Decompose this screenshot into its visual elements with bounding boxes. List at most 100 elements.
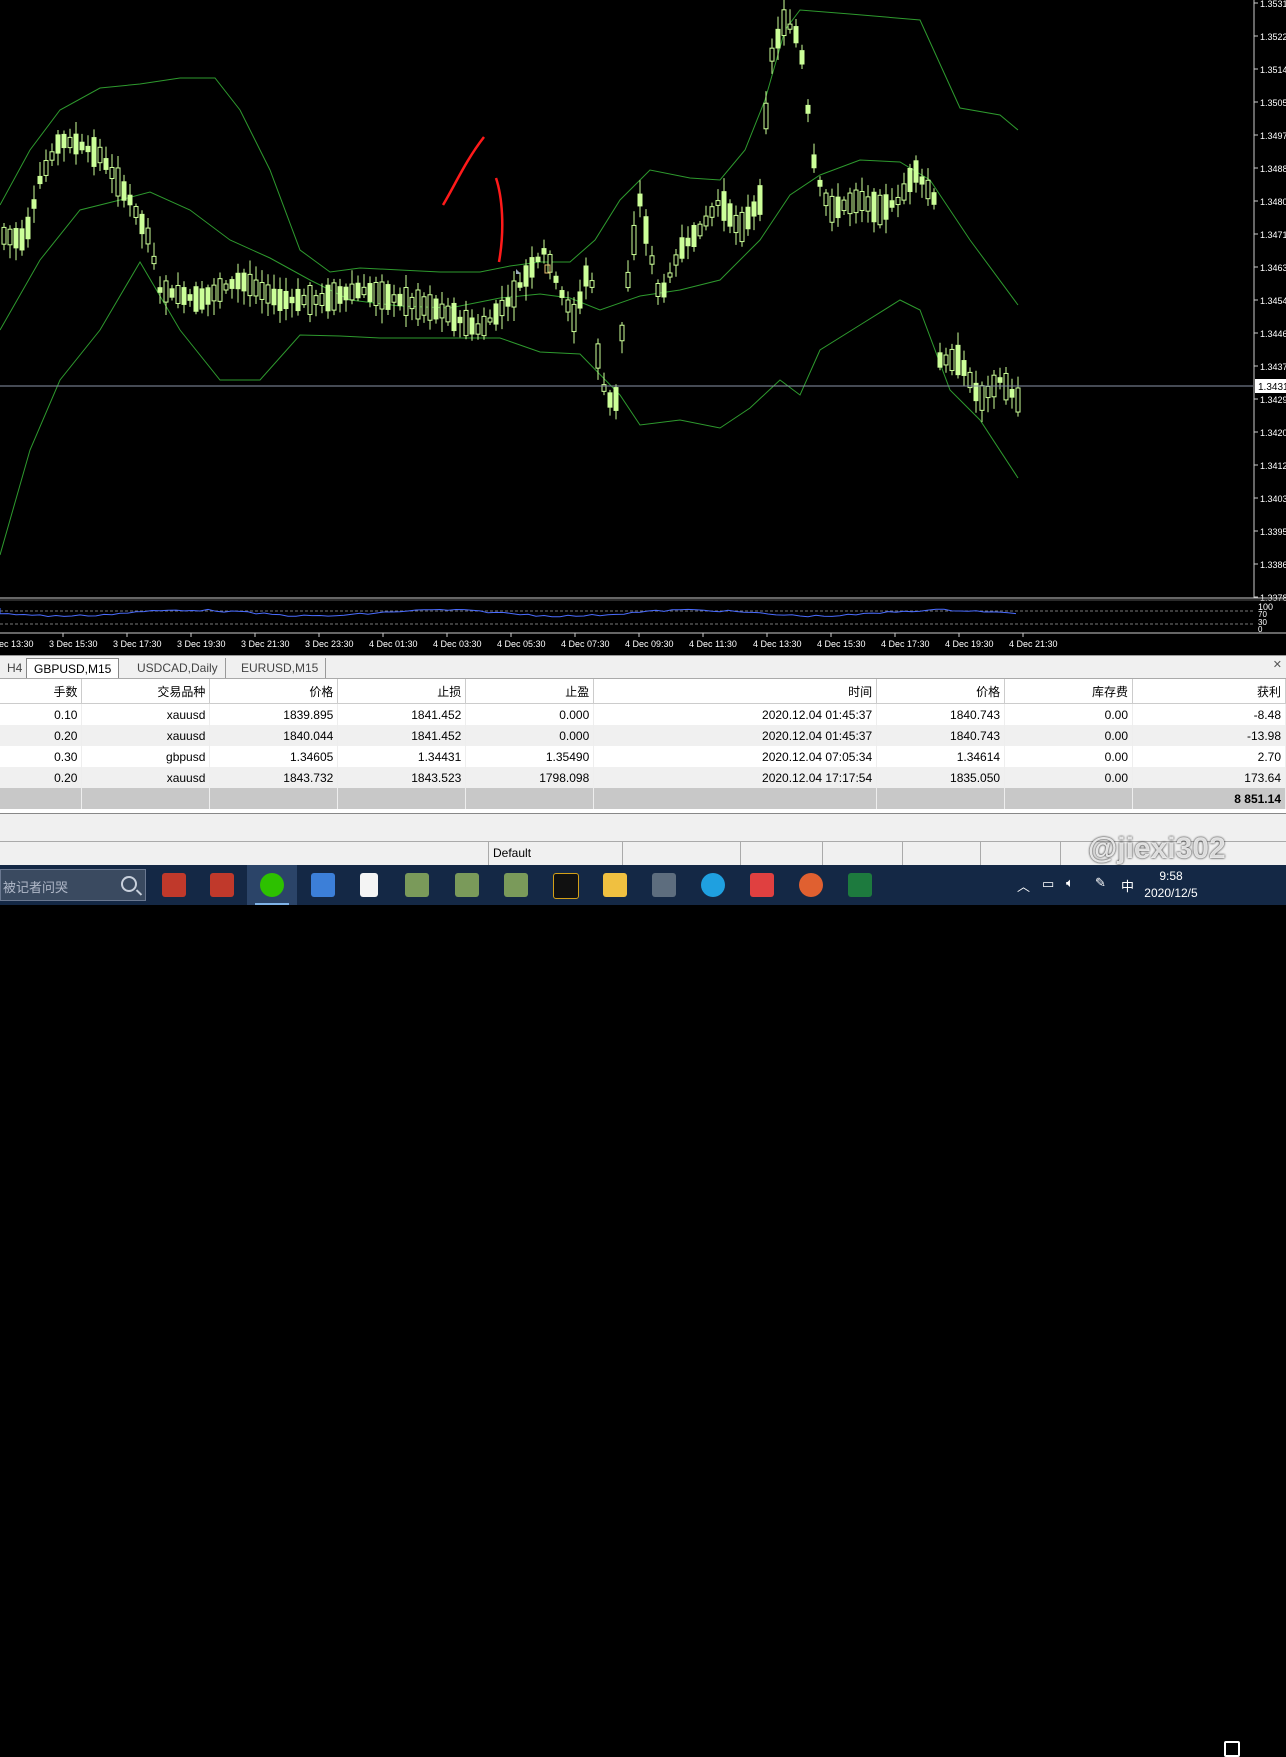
cell: 2020.12.04 07:05:34	[593, 746, 878, 767]
candle-body	[97, 146, 103, 164]
taskbar-clock[interactable]: 9:58 2020/12/5	[1136, 868, 1206, 902]
cards-app-icon-2[interactable]	[210, 873, 234, 897]
profile-name[interactable]: Default	[493, 846, 531, 860]
close-icon[interactable]: ✕	[1273, 658, 1282, 671]
metatrader-icon[interactable]	[553, 873, 579, 899]
candle-body	[115, 167, 121, 197]
candle-body	[241, 272, 247, 292]
tools-app-icon[interactable]	[750, 873, 774, 897]
candle-body	[127, 194, 133, 206]
candle-body	[205, 287, 211, 305]
excel-icon[interactable]	[848, 873, 872, 897]
candle-body	[1009, 389, 1015, 398]
candle-body	[649, 255, 655, 265]
candle-body	[871, 191, 877, 223]
candle-body	[385, 284, 391, 310]
candle-body	[331, 282, 337, 311]
cell: 173.64	[1132, 767, 1286, 788]
pen-icon[interactable]: ✎	[1095, 875, 1106, 891]
tab-eurusd-m15[interactable]: EURUSD,M15	[234, 658, 327, 678]
cell: -8.48	[1132, 703, 1286, 725]
price-chart[interactable]: 1.3531 1.3522 1.3514 1.3505 1.3497 1.3488 1.34…	[0, 0, 1286, 655]
col-profit[interactable]: 获利	[1132, 679, 1286, 704]
col-time[interactable]: 时间	[593, 679, 878, 704]
table-row[interactable]: 0.20 xauusd 1843.732 1843.523 1798.098 2020.1…	[0, 767, 1286, 788]
price-label: 1.3514	[1260, 65, 1286, 75]
candle-body	[109, 166, 115, 180]
candle-body	[259, 282, 265, 300]
window-app-icon[interactable]	[311, 873, 335, 897]
candle-body	[949, 348, 955, 372]
candle-body	[319, 293, 325, 306]
input-language[interactable]: 中	[1121, 876, 1134, 895]
candle-body	[799, 50, 805, 65]
users-app-icon[interactable]	[405, 873, 429, 897]
price-label: 1.3403	[1260, 494, 1286, 504]
candle-body	[55, 134, 61, 154]
price-label: 1.3429	[1260, 395, 1286, 405]
candle-body	[505, 297, 511, 307]
wechat-icon[interactable]	[260, 873, 284, 897]
tab-usdcad-daily[interactable]: USDCAD,Daily	[130, 658, 226, 678]
users-app-icon-2[interactable]	[455, 873, 479, 897]
col-swap[interactable]: 库存费	[1004, 679, 1134, 704]
cards-app-icon[interactable]	[162, 873, 186, 897]
chevron-up-icon[interactable]: ︿	[1017, 876, 1030, 895]
table-row[interactable]: 0.30 gbpusd 1.34605 1.34431 1.35490 2020.12.0…	[0, 746, 1286, 767]
candle-body	[541, 248, 547, 255]
candle-body	[397, 293, 403, 307]
candle-body	[277, 289, 283, 311]
candle-body	[19, 228, 25, 251]
table-row[interactable]: 0.10 xauusd 1839.895 1841.452 0.000 2020.12.0…	[0, 703, 1286, 725]
candle-body	[85, 145, 91, 153]
table-row[interactable]: 0.20 xauusd 1840.044 1841.452 0.000 2020.12.0…	[0, 725, 1286, 746]
candle-body	[817, 179, 823, 187]
candle-body	[553, 275, 559, 283]
cell: 1841.452	[337, 725, 467, 746]
volume-icon[interactable]: 🔈︎	[1066, 875, 1074, 891]
edge-browser-icon[interactable]	[701, 873, 725, 897]
candle-body	[409, 296, 415, 310]
time-label: 4 Dec 19:30	[945, 639, 994, 649]
candle-body	[13, 228, 19, 249]
price-label: 1.3505	[1260, 98, 1286, 108]
col-open-price[interactable]: 价格	[209, 679, 339, 704]
candle-body	[709, 206, 715, 218]
candle-body	[721, 191, 727, 221]
cell: xauusd	[81, 703, 211, 725]
candle-body	[967, 371, 973, 389]
candle-body	[739, 211, 745, 243]
price-label: 1.3420	[1260, 428, 1286, 438]
candle-body	[751, 201, 757, 217]
candle-body	[925, 179, 931, 200]
candle-body	[703, 215, 709, 227]
col-current-price[interactable]: 价格	[876, 679, 1006, 704]
candle-body	[49, 151, 55, 161]
notification-icon[interactable]	[1224, 1741, 1240, 1757]
price-label: 1.3395	[1260, 527, 1286, 537]
candle-body	[247, 273, 253, 297]
cell: 1840.743	[876, 725, 1006, 746]
candle-body	[487, 317, 493, 323]
candle-body	[181, 287, 187, 305]
network-icon[interactable]: ▭	[1042, 876, 1054, 892]
taskbar-search[interactable]: 被记者问哭	[0, 869, 146, 901]
col-stop-loss[interactable]: 止损	[337, 679, 467, 704]
calculator-icon[interactable]	[652, 873, 676, 897]
cell: 0.20	[0, 767, 83, 788]
tab-gbpusd-m15[interactable]: GBPUSD,M15	[26, 658, 120, 678]
price-label: 1.3531	[1260, 0, 1286, 9]
folder-icon[interactable]	[603, 873, 627, 897]
col-take-profit[interactable]: 止盈	[465, 679, 595, 704]
col-symbol[interactable]: 交易品种	[81, 679, 211, 704]
col-lots[interactable]: 手数	[0, 679, 83, 704]
candle-body	[907, 167, 913, 193]
candle-body	[307, 285, 313, 315]
candle-body	[841, 199, 847, 212]
time-label: 4 Dec 03:30	[433, 639, 482, 649]
app-circle-icon[interactable]	[799, 873, 823, 897]
cell: 2020.12.04 01:45:37	[593, 703, 878, 725]
candle-body	[349, 283, 355, 301]
document-icon[interactable]	[360, 873, 378, 897]
users-app-icon-3[interactable]	[504, 873, 528, 897]
